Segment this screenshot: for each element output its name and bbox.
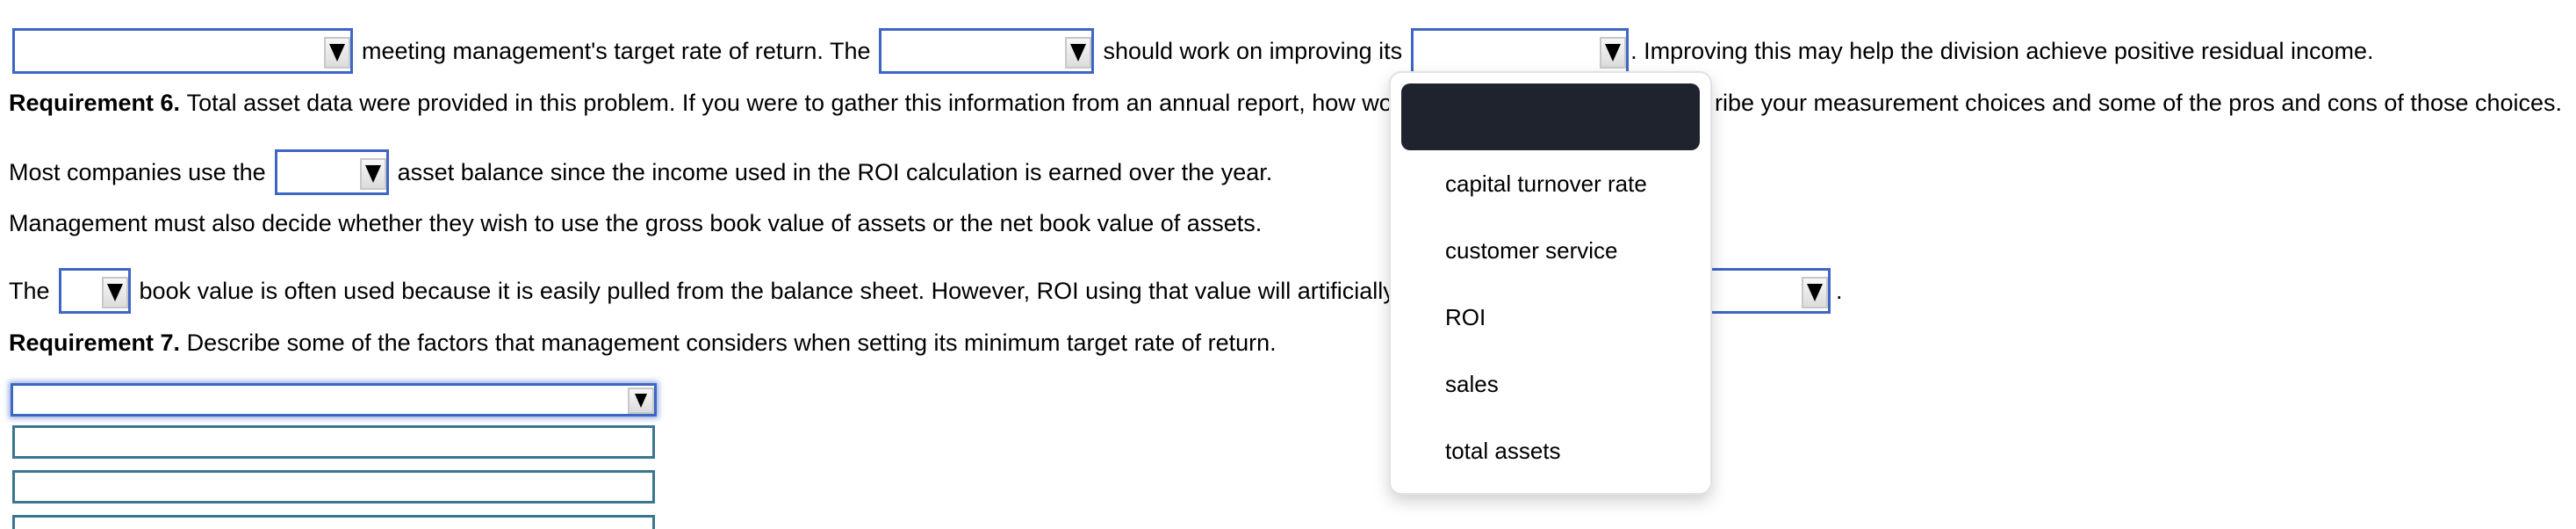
requirement-6-text-right: ribe your measurement choices and some o… <box>1715 90 2563 116</box>
dropdown-button[interactable] <box>1802 277 1828 308</box>
requirement-6: Requirement 6. Total asset data were pro… <box>9 88 1443 118</box>
option-roi[interactable]: ROI <box>1401 284 1700 351</box>
text-input-1[interactable] <box>12 425 655 459</box>
row1-text-b: should work on improving its <box>1103 38 1403 64</box>
triangle-down-icon <box>1605 44 1622 62</box>
dropdown-requirement-7[interactable] <box>11 383 657 417</box>
triangle-down-icon <box>1807 284 1823 301</box>
dropdown-asset-balance[interactable] <box>274 149 389 195</box>
book-value-text-b: book value is often used because it is e… <box>139 278 1440 304</box>
requirement-6-label: Requirement 6. <box>9 90 181 116</box>
dropdown-row1-third[interactable] <box>1411 28 1630 74</box>
triangle-down-icon <box>106 284 123 301</box>
dropdown-button[interactable] <box>1600 37 1627 69</box>
dropdown-row1-first[interactable] <box>12 28 353 74</box>
requirement-6-text: Total asset data were provided in this p… <box>186 90 1443 116</box>
text-input-3[interactable] <box>12 515 655 529</box>
management-line: Management must also decide whether they… <box>9 208 1262 238</box>
most-companies-line: Most companies use the asset balance sin… <box>9 149 1272 195</box>
most-companies-text-a: Most companies use the <box>9 159 266 185</box>
text-input-2[interactable] <box>12 470 655 504</box>
option-total-assets[interactable]: total assets <box>1401 417 1700 484</box>
row1-text-a: meeting management's target rate of retu… <box>362 38 871 64</box>
dropdown-row1-second[interactable] <box>879 28 1095 74</box>
dropdown-book-value-type[interactable] <box>58 268 131 314</box>
triangle-down-icon <box>635 394 647 408</box>
page: meeting management's target rate of retu… <box>0 0 2576 529</box>
requirement-7: Requirement 7. Describe some of the fact… <box>9 328 1277 358</box>
row1-text-c: . Improving this may help the division a… <box>1630 38 2374 64</box>
dropdown-options-popup: capital turnover rate customer service R… <box>1389 71 1712 495</box>
requirement-7-label: Requirement 7. <box>9 330 181 356</box>
triangle-down-icon <box>1070 44 1087 62</box>
dropdown-button[interactable] <box>628 388 654 414</box>
most-companies-text-b: asset balance since the income used in t… <box>397 159 1273 185</box>
requirement-7-text: Describe some of the factors that manage… <box>186 330 1277 356</box>
book-value-line: The book value is often used because it … <box>9 268 1440 314</box>
dropdown-button[interactable] <box>101 277 128 308</box>
option-customer-service[interactable]: customer service <box>1401 217 1700 284</box>
book-value-text-c: . <box>1836 278 1843 304</box>
dropdown-button[interactable] <box>1065 37 1092 69</box>
management-text: Management must also decide whether they… <box>9 210 1263 236</box>
requirement-6-continued: ribe your measurement choices and some o… <box>1715 88 2562 118</box>
book-value-text-a: The <box>9 278 50 304</box>
dropdown-button[interactable] <box>324 37 350 69</box>
triangle-down-icon <box>364 165 381 183</box>
row-1: meeting management's target rate of retu… <box>12 28 2374 74</box>
option-capital-turnover-rate[interactable]: capital turnover rate <box>1401 150 1700 217</box>
triangle-down-icon <box>329 44 345 62</box>
dropdown-button[interactable] <box>359 158 386 190</box>
option-blank[interactable] <box>1401 83 1700 150</box>
option-sales[interactable]: sales <box>1401 351 1700 417</box>
